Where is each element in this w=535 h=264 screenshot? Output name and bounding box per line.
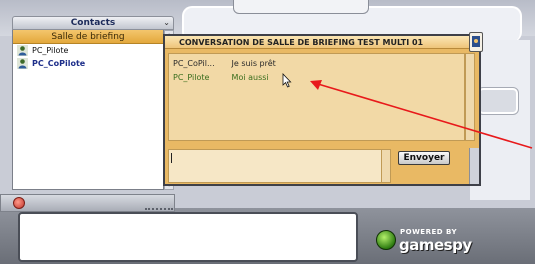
powered-by-label: POWERED BY (400, 228, 458, 236)
gamespy-logo: POWERED BY gamespy (370, 222, 480, 256)
gamespy-ball-icon (376, 230, 396, 250)
gamespy-wordmark: gamespy (399, 236, 472, 254)
